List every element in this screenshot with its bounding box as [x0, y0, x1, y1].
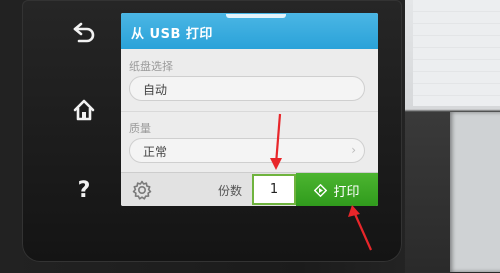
- print-label: 打印: [333, 184, 360, 200]
- help-button[interactable]: ?: [68, 174, 100, 206]
- chevron-right-icon: ›: [351, 143, 356, 157]
- back-arrow-icon: [72, 21, 96, 43]
- tray-select[interactable]: 自动: [129, 76, 365, 101]
- quality-value: 正常: [143, 145, 168, 159]
- divider: [121, 111, 378, 112]
- quality-label: 质量: [129, 122, 151, 135]
- tray-label: 纸盘选择: [129, 60, 173, 73]
- print-button[interactable]: 打印: [296, 173, 378, 206]
- touch-screen: 从 USB 打印 纸盘选择 自动 质量 正常 › 份数 1 打印: [121, 13, 378, 206]
- diamond-start-icon: [314, 183, 328, 197]
- tray-value: 自动: [143, 83, 168, 97]
- gear-icon[interactable]: [131, 179, 153, 201]
- help-icon: ?: [77, 177, 91, 203]
- bottom-action-bar: 份数 1 打印: [121, 172, 378, 206]
- back-button[interactable]: [68, 16, 100, 48]
- page-title: 从 USB 打印: [131, 27, 213, 42]
- printer-body-right: [405, 0, 500, 273]
- pull-down-handle[interactable]: [226, 14, 286, 18]
- printer-body-lower: [450, 112, 500, 272]
- title-bar: 从 USB 打印: [121, 13, 378, 49]
- printer-body-panel: [413, 0, 500, 106]
- quality-select[interactable]: 正常 ›: [129, 138, 365, 163]
- copies-input[interactable]: 1: [252, 174, 296, 205]
- home-icon: [72, 98, 96, 122]
- printer-control-panel-photo: ? 从 USB 打印 纸盘选择 自动 质量 正常 › 份数 1 打印: [0, 0, 500, 273]
- copies-label: 份数: [218, 184, 243, 198]
- home-button[interactable]: [68, 94, 100, 126]
